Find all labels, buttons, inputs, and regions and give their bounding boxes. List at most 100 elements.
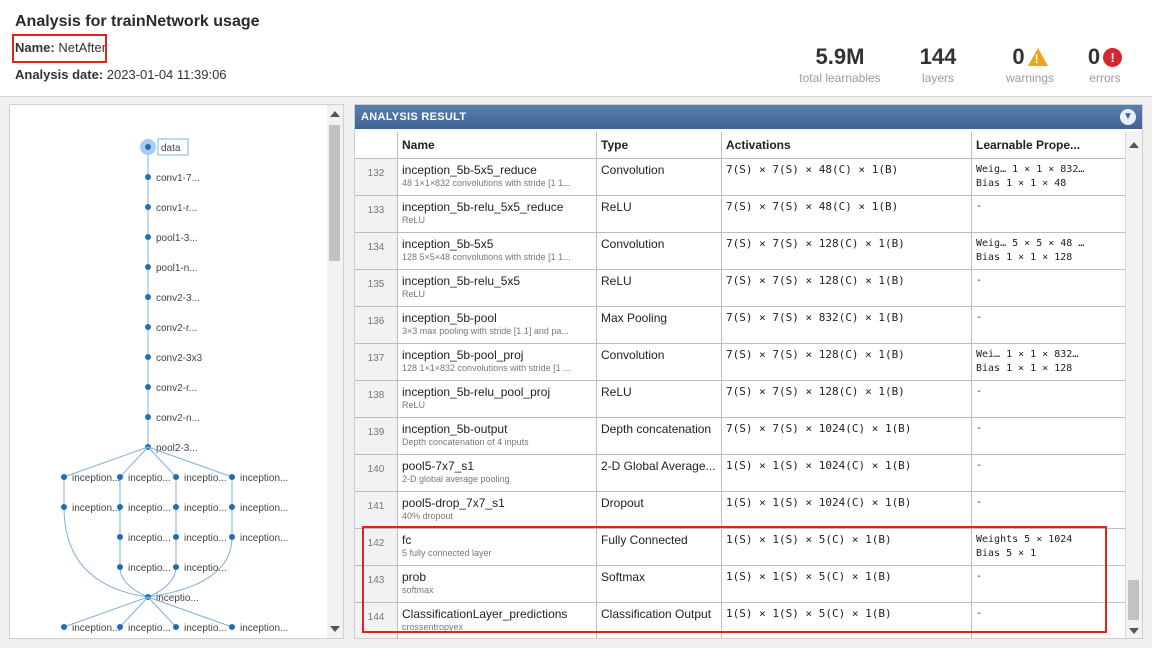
table-scrollbar[interactable] bbox=[1125, 132, 1142, 638]
date-value: 2023-01-04 11:39:06 bbox=[106, 67, 227, 82]
table-row[interactable]: 141 pool5-drop_7x7_s1 40% dropout Dropout 1(… bbox=[355, 492, 1125, 529]
layer-name: inception_5b-relu_pool_proj bbox=[402, 385, 551, 399]
table-row[interactable]: 137 inception_5b-pool_proj 128 1×1×832 con… bbox=[355, 344, 1125, 381]
layer-activations: 7(S) × 7(S) × 128(C) × 1(B) bbox=[721, 270, 971, 306]
graph-node bbox=[145, 384, 151, 390]
graph-node-label: inceptio... bbox=[184, 503, 227, 514]
layer-description: ReLU bbox=[402, 400, 426, 410]
layer-name: pool5-7x7_s1 bbox=[402, 459, 475, 473]
stat-value: 144 bbox=[919, 44, 957, 69]
layer-name: inception_5b-5x5 bbox=[402, 237, 494, 251]
table-row[interactable]: 139 inception_5b-output Depth concatenatio… bbox=[355, 418, 1125, 455]
scroll-thumb[interactable] bbox=[329, 125, 340, 261]
layer-name-cell: inception_5b-5x5_reduce 48 1×1×832 convol… bbox=[397, 159, 596, 195]
layer-description: 3×3 max pooling with stride [1 1] and pa… bbox=[402, 326, 569, 336]
layer-description: 40% dropout bbox=[402, 511, 454, 521]
graph-node-label: data bbox=[161, 143, 181, 154]
warning-icon: ! bbox=[1027, 48, 1048, 66]
graph-node-label: inceptio... bbox=[128, 623, 171, 634]
scroll-up-icon[interactable] bbox=[1129, 142, 1139, 148]
layer-name-cell: inception_5b-relu_5x5_reduce ReLU bbox=[397, 196, 596, 232]
index-header bbox=[355, 132, 397, 158]
row-index: 135 bbox=[355, 270, 397, 306]
table-row[interactable]: 138 inception_5b-relu_pool_proj ReLU ReLU 7(… bbox=[355, 381, 1125, 418]
layer-activations: 1(S) × 1(S) × 1024(C) × 1(B) bbox=[721, 455, 971, 491]
layer-name-cell: inception_5b-pool 3×3 max pooling with st… bbox=[397, 307, 596, 343]
learnable-line: Wei… 1 × 1 × 832… bbox=[976, 349, 1079, 360]
stat-label: layers bbox=[921, 71, 954, 85]
graph-node bbox=[117, 474, 123, 480]
result-title: ANALYSIS RESULT bbox=[361, 111, 467, 123]
learnable-line: Bias 1 × 1 × 48 bbox=[976, 178, 1067, 189]
layer-name-cell: inception_5b-5x5 128 5×5×48 convolutions … bbox=[397, 233, 596, 269]
learnable-line: - bbox=[976, 423, 983, 434]
date-label: Analysis date: bbox=[15, 67, 104, 82]
layer-name: inception_5b-relu_5x5 bbox=[402, 274, 521, 288]
learnable-line: - bbox=[976, 312, 983, 323]
layer-name: inception_5b-pool bbox=[402, 311, 497, 325]
layer-learnables: - bbox=[971, 455, 1125, 491]
layer-activations: 7(S) × 7(S) × 1024(C) × 1(B) bbox=[721, 418, 971, 454]
name-column-header[interactable]: Name bbox=[397, 132, 596, 158]
network-graph-panel[interactable]: data conv1-7... conv1-r... pool1-3... pool1-… bbox=[9, 104, 344, 639]
row-index: 138 bbox=[355, 381, 397, 417]
stat-label: errors bbox=[1089, 71, 1121, 85]
learnable-line: Bias 1 × 1 × 128 bbox=[976, 363, 1073, 374]
row-index: 141 bbox=[355, 492, 397, 528]
row-index: 132 bbox=[355, 159, 397, 195]
layer-name-cell: inception_5b-pool_proj 128 1×1×832 convol… bbox=[397, 344, 596, 380]
graph-node bbox=[61, 474, 67, 480]
table-row[interactable]: 132 inception_5b-5x5_reduce 48 1×1×832 con… bbox=[355, 159, 1125, 196]
graph-node bbox=[173, 564, 179, 570]
scroll-thumb[interactable] bbox=[1128, 580, 1139, 620]
type-column-header[interactable]: Type bbox=[596, 132, 721, 158]
stat-errors[interactable]: 0! errors bbox=[1080, 44, 1130, 85]
scroll-up-icon[interactable] bbox=[330, 111, 340, 117]
stat-value: 0 bbox=[1087, 44, 1101, 69]
graph-node-label: conv2-3... bbox=[156, 293, 200, 304]
table-row[interactable]: 140 pool5-7x7_s1 2-D global average poolin… bbox=[355, 455, 1125, 492]
result-title-bar: ANALYSIS RESULT ▼ bbox=[355, 105, 1142, 129]
graph-node-label: inception... bbox=[240, 623, 288, 634]
graph-node bbox=[117, 564, 123, 570]
table-row[interactable]: 134 inception_5b-5x5 128 5×5×48 convolutio… bbox=[355, 233, 1125, 270]
layer-description: 128 5×5×48 convolutions with stride [1 1… bbox=[402, 252, 571, 262]
layer-learnables: Weig… 5 × 5 × 48 … Bias 1 × 1 × 128 bbox=[971, 233, 1125, 269]
layer-type: Depth concatenation bbox=[596, 418, 721, 454]
network-graph[interactable]: data conv1-7... conv1-r... pool1-3... pool1-… bbox=[10, 105, 326, 638]
graph-node-label: conv2-r... bbox=[156, 323, 197, 334]
learnables-column-header[interactable]: Learnable Prope... bbox=[971, 132, 1125, 158]
graph-node bbox=[61, 624, 67, 630]
stat-total-learnables: 5.9M total learnables bbox=[795, 44, 885, 85]
layer-learnables: - bbox=[971, 270, 1125, 306]
layer-type: Convolution bbox=[596, 233, 721, 269]
graph-scrollbar[interactable] bbox=[327, 105, 343, 638]
graph-edge bbox=[63, 506, 149, 598]
layer-learnables: - bbox=[971, 492, 1125, 528]
stat-value: 0 bbox=[1012, 44, 1025, 69]
layer-name: inception_5b-pool_proj bbox=[402, 348, 524, 362]
row-index: 134 bbox=[355, 233, 397, 269]
table-row[interactable]: 135 inception_5b-relu_5x5 ReLU ReLU 7(S) × 7… bbox=[355, 270, 1125, 307]
learnable-line: - bbox=[976, 386, 983, 397]
stat-warnings[interactable]: 0! warnings bbox=[1000, 44, 1060, 85]
stat-value: 5.9M bbox=[815, 44, 865, 69]
collapse-chevron-icon[interactable]: ▼ bbox=[1120, 109, 1136, 125]
table-row[interactable]: 133 inception_5b-relu_5x5_reduce ReLU ReLU 7… bbox=[355, 196, 1125, 233]
layer-description: 128 1×1×832 convolutions with stride [1 … bbox=[402, 363, 571, 373]
activations-column-header[interactable]: Activations bbox=[721, 132, 971, 158]
graph-node bbox=[117, 504, 123, 510]
layer-activations: 7(S) × 7(S) × 128(C) × 1(B) bbox=[721, 233, 971, 269]
scroll-down-icon[interactable] bbox=[330, 626, 340, 632]
layer-type: Convolution bbox=[596, 344, 721, 380]
layer-description: ReLU bbox=[402, 215, 426, 225]
layer-learnables: - bbox=[971, 196, 1125, 232]
learnable-line: Weig… 5 × 5 × 48 … bbox=[976, 238, 1085, 249]
scroll-down-icon[interactable] bbox=[1129, 628, 1139, 634]
row-index: 136 bbox=[355, 307, 397, 343]
layer-type: ReLU bbox=[596, 270, 721, 306]
graph-node-label: inception... bbox=[240, 473, 288, 484]
table-row[interactable]: 136 inception_5b-pool 3×3 max pooling with… bbox=[355, 307, 1125, 344]
stat-layers: 144 layers bbox=[908, 44, 968, 85]
layer-learnables: - bbox=[971, 307, 1125, 343]
